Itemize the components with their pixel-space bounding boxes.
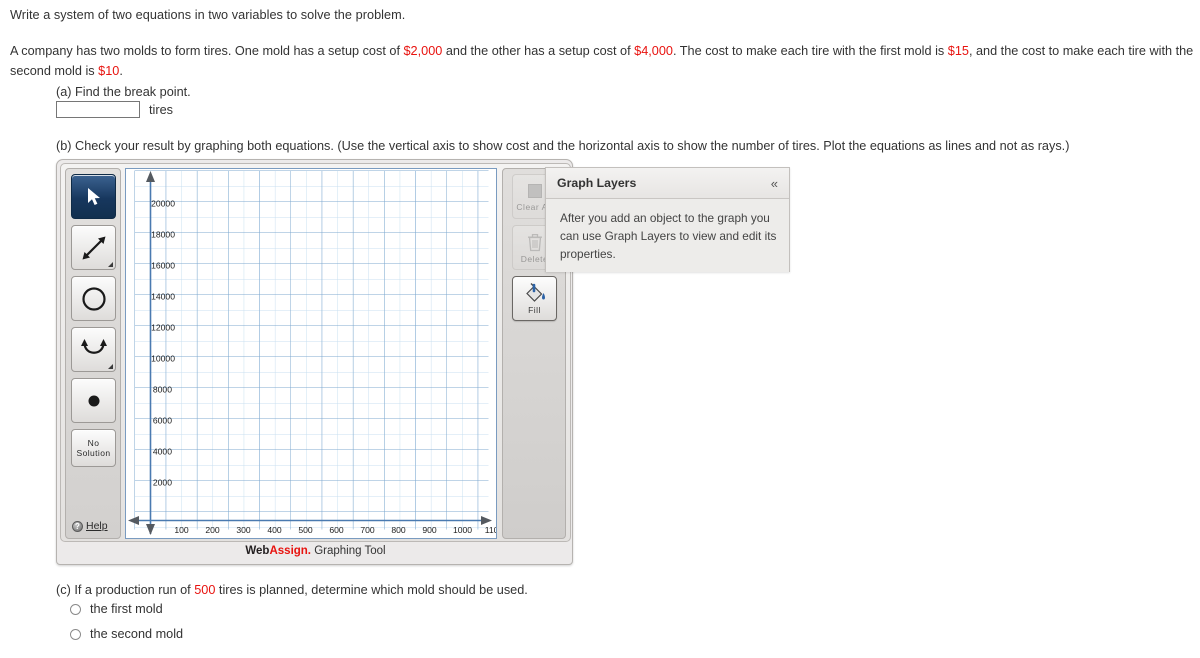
- svg-text:4000: 4000: [153, 447, 172, 457]
- part-a-label: (a) Find the break point.: [56, 85, 191, 99]
- part-c-label: (c) If a production run of 500 tires is …: [56, 583, 528, 597]
- square-icon: [527, 184, 542, 198]
- svg-text:100: 100: [174, 525, 189, 535]
- help-icon: ?: [72, 520, 83, 532]
- svg-text:400: 400: [267, 525, 282, 535]
- tool-select-arrow[interactable]: [71, 174, 116, 219]
- part-a-answer-row: tires: [56, 101, 173, 118]
- problem-statement: A company has two molds to form tires. O…: [10, 41, 1196, 81]
- graph-canvas[interactable]: 20000 18000 16000 14000 12000 10000 8000…: [125, 168, 497, 539]
- fill-label: Fill: [528, 305, 541, 315]
- svg-text:14000: 14000: [151, 292, 175, 302]
- tool-line[interactable]: [71, 225, 116, 270]
- page-root: Write a system of two equations in two v…: [0, 0, 1200, 658]
- unit-cost-1: $15: [947, 44, 969, 58]
- graph-gridlines: [134, 170, 489, 530]
- fill-button[interactable]: Fill: [512, 276, 557, 321]
- double-arrow-icon: [82, 236, 105, 259]
- graph-layers-title: Graph Layers: [557, 176, 637, 190]
- svg-text:10000: 10000: [151, 354, 175, 364]
- graph-help-label: Help: [86, 520, 108, 532]
- tool-no-solution[interactable]: No Solution: [71, 429, 116, 467]
- svg-text:200: 200: [205, 525, 220, 535]
- setup-cost-1: $2,000: [403, 44, 443, 58]
- tool-circle[interactable]: [71, 276, 116, 321]
- setup-cost-2: $4,000: [634, 44, 673, 58]
- chevron-double-left-icon[interactable]: «: [771, 177, 778, 190]
- tool-parabola[interactable]: [71, 327, 116, 372]
- graph-left-toolbar: No Solution ? Help: [65, 168, 121, 539]
- svg-text:2000: 2000: [153, 478, 172, 488]
- parabola-icon: [80, 338, 107, 354]
- problem-text-3: . The cost to make each tire with the fi…: [672, 44, 948, 58]
- svg-text:500: 500: [298, 525, 313, 535]
- radio-option-second-mold[interactable]: the second mold: [70, 627, 183, 641]
- graph-brand-bar: WebAssign. Graphing Tool: [60, 541, 571, 561]
- graph-layers-header: Graph Layers «: [546, 168, 789, 199]
- radio-option-second-mold-label: the second mold: [90, 627, 184, 641]
- tool-parabola-expand-corner[interactable]: [108, 364, 113, 369]
- svg-text:700: 700: [360, 525, 375, 535]
- graph-plot-area: 20000 18000 16000 14000 12000 10000 8000…: [126, 169, 496, 538]
- brand-web: Web: [245, 545, 270, 557]
- radio-icon[interactable]: [70, 628, 81, 640]
- circle-icon: [81, 286, 106, 311]
- svg-text:300: 300: [236, 525, 251, 535]
- svg-text:900: 900: [422, 525, 437, 535]
- tool-line-expand-corner[interactable]: [108, 262, 113, 267]
- graph-layers-panel: Graph Layers « After you add an object t…: [545, 167, 790, 272]
- svg-text:20000: 20000: [151, 199, 175, 209]
- tool-no-solution-label: No Solution: [76, 438, 111, 458]
- break-point-input[interactable]: [56, 101, 140, 118]
- problem-text-2: and the other has a setup cost of: [442, 44, 635, 58]
- graphing-tool: No Solution ? Help 20000 18000 16000 140…: [56, 159, 573, 565]
- tool-point[interactable]: [71, 378, 116, 423]
- brand-tool: Graphing Tool: [311, 545, 386, 557]
- paint-bucket-icon: [525, 283, 545, 302]
- svg-text:600: 600: [329, 525, 344, 535]
- dot-icon: [88, 395, 99, 406]
- radio-option-first-mold[interactable]: the first mold: [70, 602, 163, 616]
- part-c-text-post: tires is planned, determine which mold s…: [215, 583, 528, 597]
- svg-text:1000: 1000: [453, 525, 472, 535]
- part-c-quantity: 500: [194, 583, 216, 597]
- break-point-units: tires: [149, 102, 173, 117]
- page-title: Write a system of two equations in two v…: [10, 8, 406, 22]
- graph-help-link[interactable]: ? Help: [72, 520, 108, 532]
- svg-text:12000: 12000: [151, 323, 175, 333]
- svg-text:800: 800: [391, 525, 406, 535]
- part-b-label: (b) Check your result by graphing both e…: [56, 139, 1070, 153]
- webassign-brand: WebAssign. Graphing Tool: [245, 545, 385, 557]
- unit-cost-2: $10: [98, 64, 120, 78]
- graphing-tool-inner: No Solution ? Help 20000 18000 16000 140…: [60, 163, 571, 542]
- svg-text:16000: 16000: [151, 261, 175, 271]
- trash-icon: [527, 233, 542, 251]
- part-c-text-pre: (c) If a production run of: [56, 583, 195, 597]
- svg-text:6000: 6000: [153, 416, 172, 426]
- radio-icon[interactable]: [70, 603, 81, 615]
- problem-text-1: A company has two molds to form tires. O…: [10, 44, 404, 58]
- graph-layers-body: After you add an object to the graph you…: [546, 199, 789, 272]
- brand-assign: Assign.: [269, 545, 312, 557]
- svg-text:8000: 8000: [153, 385, 172, 395]
- svg-text:1100: 1100: [485, 525, 496, 535]
- problem-text-5: .: [119, 64, 123, 78]
- svg-text:18000: 18000: [151, 230, 175, 240]
- cursor-icon: [87, 187, 100, 205]
- radio-option-first-mold-label: the first mold: [90, 602, 163, 616]
